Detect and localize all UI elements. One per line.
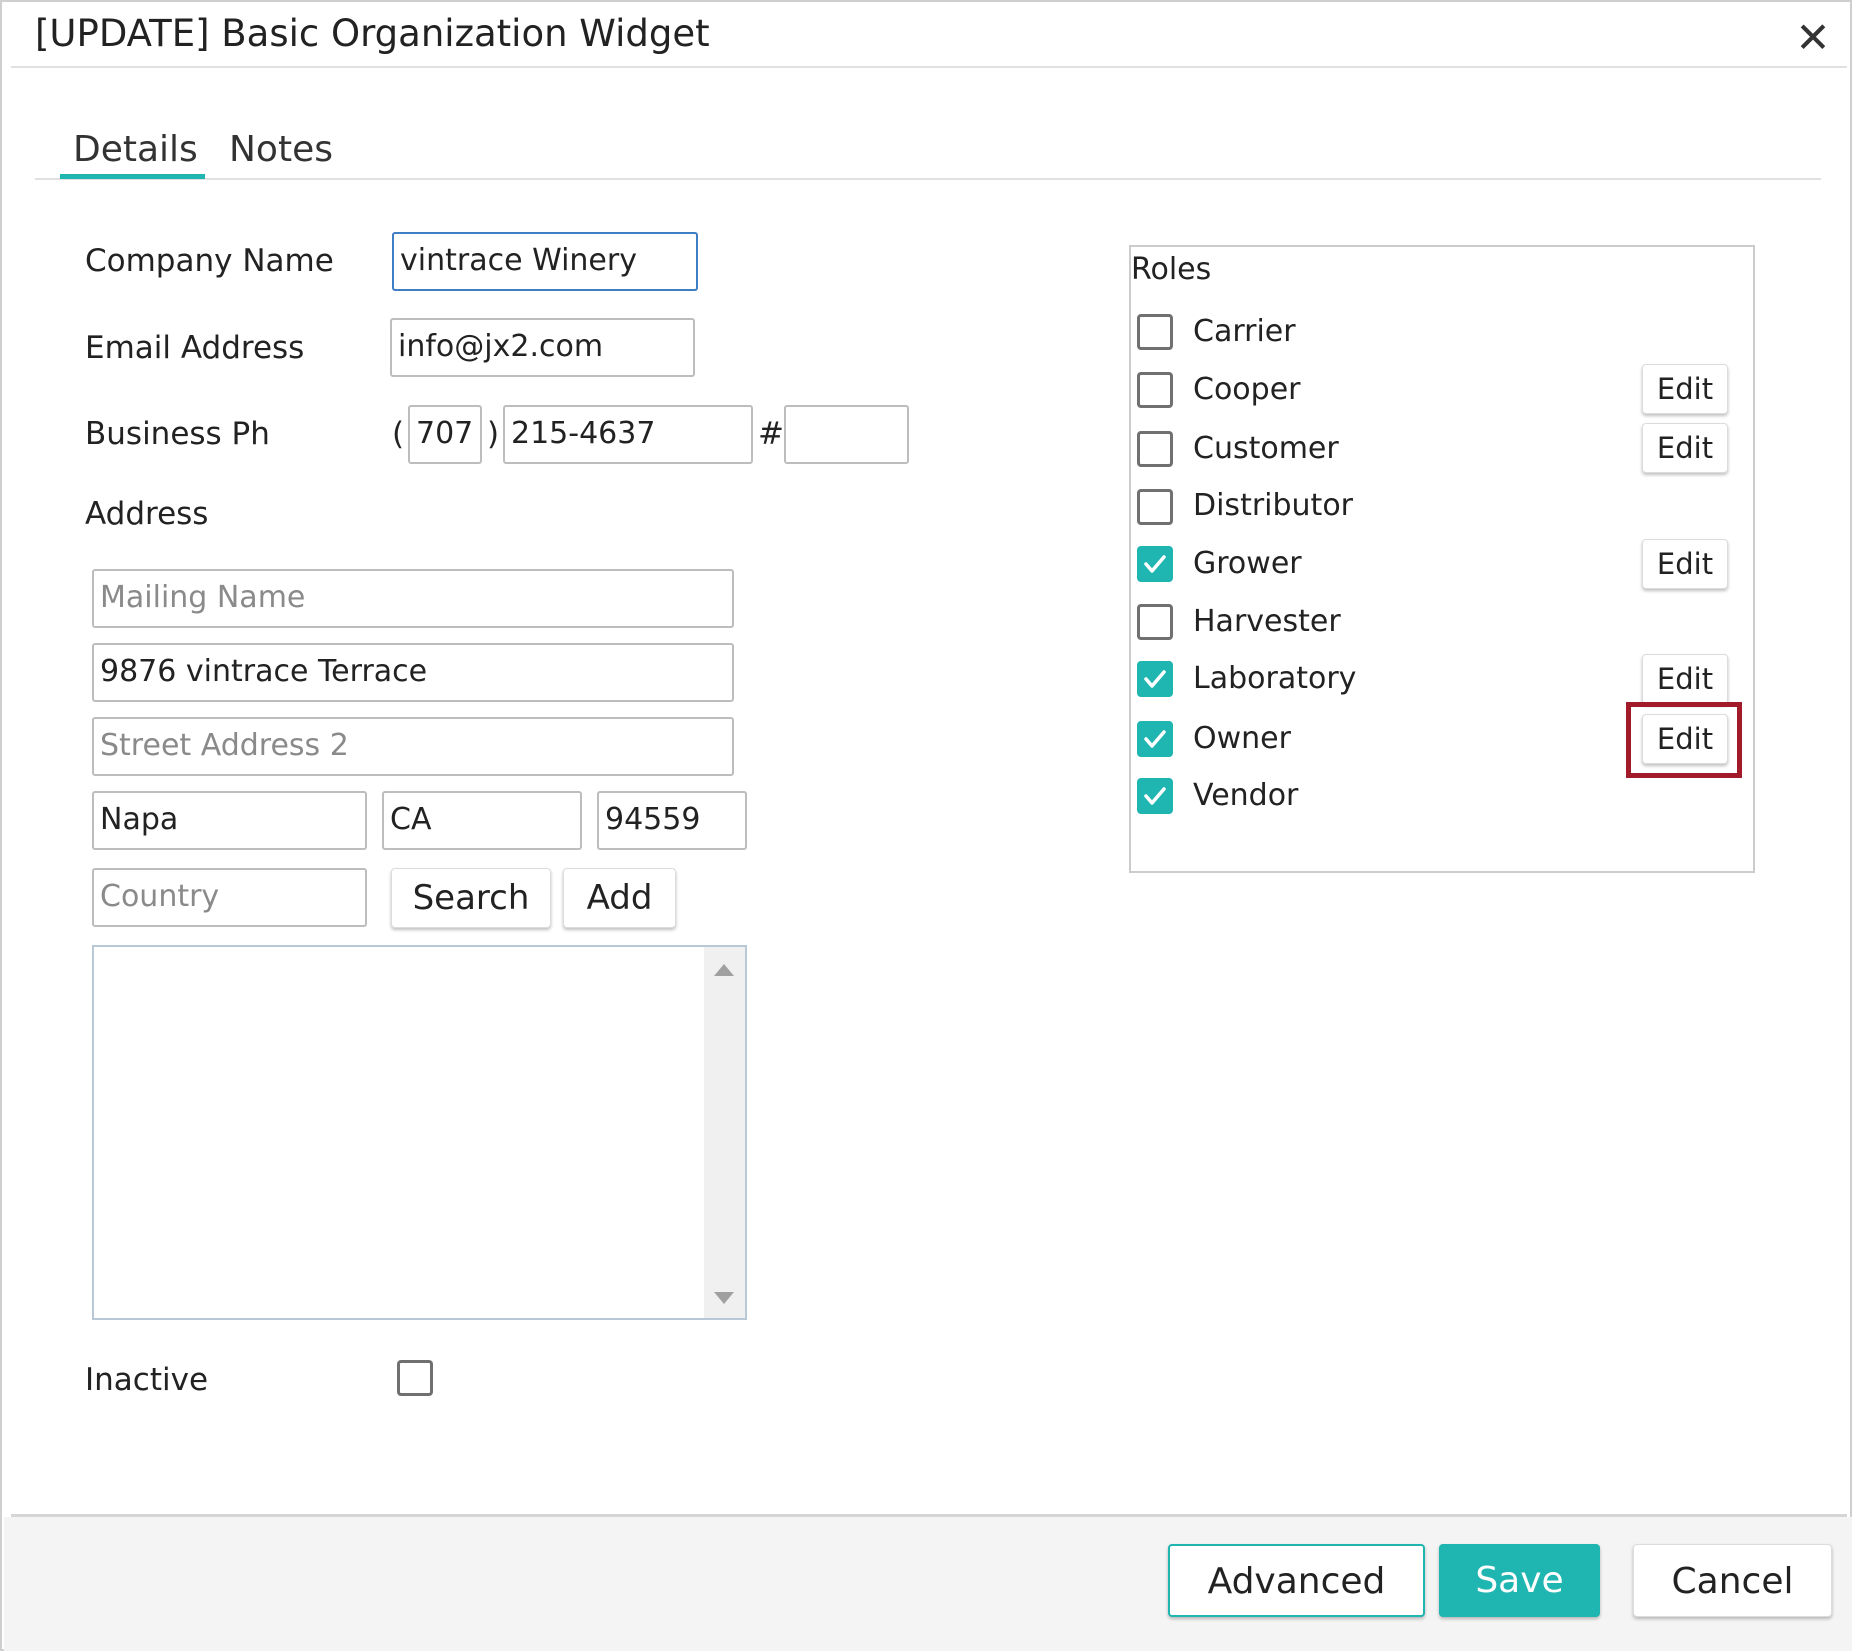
role-owner-label: Owner bbox=[1193, 721, 1291, 756]
role-cooper-label: Cooper bbox=[1193, 372, 1301, 407]
company-name-input[interactable]: vintrace Winery bbox=[392, 232, 698, 291]
country-input[interactable]: Country bbox=[92, 868, 367, 927]
cancel-button[interactable]: Cancel bbox=[1633, 1544, 1832, 1617]
address-list-scrollbar[interactable] bbox=[704, 947, 745, 1318]
check-icon bbox=[1144, 787, 1166, 805]
check-icon bbox=[1144, 555, 1166, 573]
phone-area-code-input[interactable]: 707 bbox=[408, 405, 482, 464]
role-grower-checkbox[interactable] bbox=[1137, 546, 1173, 582]
role-laboratory-label: Laboratory bbox=[1193, 661, 1357, 696]
role-cooper-checkbox[interactable] bbox=[1137, 372, 1173, 408]
tabs-divider bbox=[35, 178, 1821, 180]
role-harvester-checkbox[interactable] bbox=[1137, 604, 1173, 640]
title-divider bbox=[11, 66, 1847, 68]
address-add-button[interactable]: Add bbox=[563, 868, 676, 928]
check-icon bbox=[1144, 670, 1166, 688]
active-tab-indicator bbox=[60, 174, 205, 179]
scroll-down-arrow-icon[interactable] bbox=[714, 1292, 734, 1304]
role-laboratory-edit-button[interactable]: Edit bbox=[1642, 654, 1728, 704]
company-name-label: Company Name bbox=[85, 243, 334, 279]
scroll-up-arrow-icon[interactable] bbox=[714, 964, 734, 976]
state-input[interactable]: CA bbox=[382, 791, 582, 850]
business-phone-label: Business Ph bbox=[85, 416, 270, 452]
save-button[interactable]: Save bbox=[1439, 1544, 1600, 1617]
tab-details[interactable]: Details bbox=[73, 129, 198, 170]
dialog-title: [UPDATE] Basic Organization Widget bbox=[35, 12, 710, 55]
address-label: Address bbox=[85, 496, 209, 532]
zip-input[interactable]: 94559 bbox=[597, 791, 747, 850]
city-input[interactable]: Napa bbox=[92, 791, 367, 850]
role-laboratory-checkbox[interactable] bbox=[1137, 661, 1173, 697]
phone-open-paren: ( bbox=[392, 416, 405, 452]
role-vendor-checkbox[interactable] bbox=[1137, 778, 1173, 814]
role-customer-edit-button[interactable]: Edit bbox=[1642, 423, 1728, 473]
tab-notes[interactable]: Notes bbox=[229, 129, 333, 170]
close-icon[interactable]: ✕ bbox=[1795, 17, 1831, 59]
roles-title: Roles bbox=[1131, 252, 1212, 287]
email-input[interactable]: info@jx2.com bbox=[390, 318, 695, 377]
phone-close-paren: ) bbox=[487, 416, 500, 452]
role-carrier-checkbox[interactable] bbox=[1137, 314, 1173, 350]
address-list[interactable] bbox=[92, 945, 747, 1320]
organization-dialog: [UPDATE] Basic Organization Widget ✕ Det… bbox=[0, 0, 1852, 1651]
check-icon bbox=[1144, 730, 1166, 748]
role-grower-edit-button[interactable]: Edit bbox=[1642, 539, 1728, 589]
inactive-checkbox[interactable] bbox=[397, 1360, 433, 1396]
role-carrier-label: Carrier bbox=[1193, 314, 1296, 349]
role-harvester-label: Harvester bbox=[1193, 604, 1341, 639]
role-vendor-label: Vendor bbox=[1193, 778, 1299, 813]
phone-extension-input[interactable] bbox=[784, 405, 909, 464]
street-address-2-input[interactable]: Street Address 2 bbox=[92, 717, 734, 776]
role-distributor-checkbox[interactable] bbox=[1137, 489, 1173, 525]
email-label: Email Address bbox=[85, 330, 305, 366]
role-customer-checkbox[interactable] bbox=[1137, 431, 1173, 467]
role-customer-label: Customer bbox=[1193, 431, 1339, 466]
role-owner-checkbox[interactable] bbox=[1137, 721, 1173, 757]
role-distributor-label: Distributor bbox=[1193, 488, 1354, 523]
street-address-1-input[interactable]: 9876 vintrace Terrace bbox=[92, 643, 734, 702]
role-grower-label: Grower bbox=[1193, 546, 1302, 581]
role-cooper-edit-button[interactable]: Edit bbox=[1642, 364, 1728, 414]
advanced-button[interactable]: Advanced bbox=[1168, 1544, 1425, 1617]
inactive-label: Inactive bbox=[85, 1362, 209, 1398]
mailing-name-input[interactable]: Mailing Name bbox=[92, 569, 734, 628]
phone-ext-symbol: # bbox=[758, 416, 784, 452]
phone-number-input[interactable]: 215-4637 bbox=[503, 405, 753, 464]
address-search-button[interactable]: Search bbox=[391, 868, 551, 928]
owner-edit-highlight bbox=[1626, 702, 1742, 778]
